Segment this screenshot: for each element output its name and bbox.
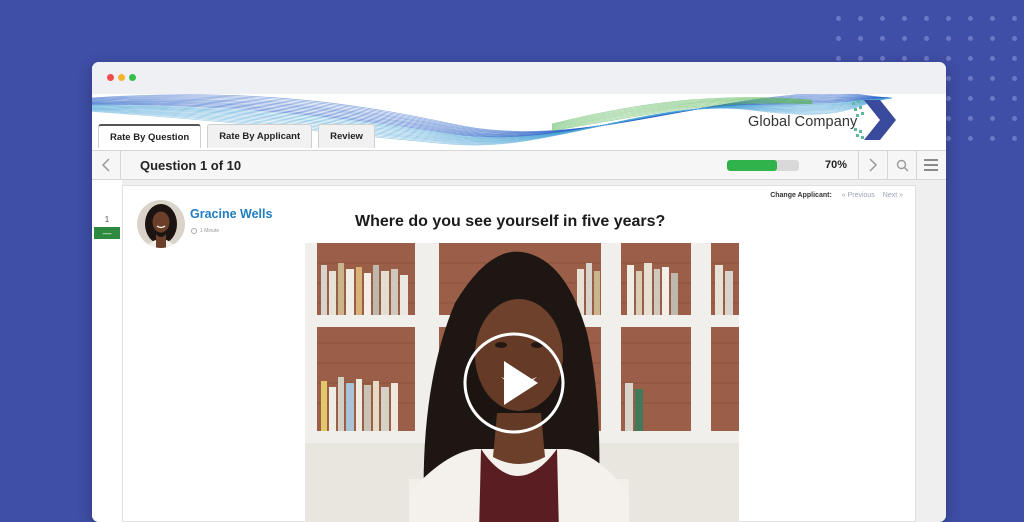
previous-question-button[interactable] [92,151,120,179]
background-dot [1012,36,1017,41]
background-dot [946,16,951,21]
background-dot [1012,116,1017,121]
applicant-avatar [137,200,185,248]
question-text: Where do you see yourself in five years? [355,213,666,230]
background-dot [968,136,973,141]
browser-window: Global Company Rate By Question Rate By … [92,62,946,522]
question-index-column: 1 — [92,180,122,522]
next-question-button[interactable] [859,151,887,179]
chevron-right-icon [869,158,878,172]
menu-button[interactable] [917,151,945,179]
background-dot [968,76,973,81]
chevron-left-icon [101,158,110,172]
background-dot [1012,76,1017,81]
background-dot [836,16,841,21]
background-dot [880,56,885,61]
window-titlebar [92,62,946,94]
background-dot [924,16,929,21]
background-dot [858,56,863,61]
duration-text: 1 Minute [200,228,220,234]
background-dot [1012,96,1017,101]
toolbar-divider [120,151,121,179]
background-dot [990,116,995,121]
company-logo-mark [852,100,896,140]
background-dot [990,96,995,101]
previous-applicant-link[interactable]: « Previous [842,192,875,199]
question-status-indicator: — [94,227,120,239]
background-dot [924,56,929,61]
background-dot [946,76,951,81]
background-dot [946,136,951,141]
hamburger-menu-icon [924,159,938,171]
background-dot [858,16,863,21]
background-dot [968,116,973,121]
response-duration: 1 Minute [191,228,219,234]
clock-icon [191,228,197,234]
background-dot [990,76,995,81]
background-dot [902,36,907,41]
question-counter: Question 1 of 10 [140,158,242,173]
tab-rate-by-question[interactable]: Rate By Question [98,124,202,148]
progress-percent: 70% [825,159,848,171]
background-dot [1012,16,1017,21]
next-applicant-link[interactable]: Next » [883,192,903,199]
background-dot [990,56,995,61]
minimize-window-dot[interactable] [118,74,125,81]
tab-rate-by-applicant[interactable]: Rate By Applicant [207,124,313,148]
background-dot [990,136,995,141]
progress-bar [727,160,799,171]
background-dot [880,36,885,41]
change-applicant-nav: Change Applicant: « Previous Next » [770,192,903,199]
close-window-dot[interactable] [107,74,114,81]
applicant-response-panel: Change Applicant: « Previous Next » Grac… [122,185,916,522]
question-toolbar: Question 1 of 10 70% [92,150,946,180]
background-dot [902,56,907,61]
background-dot [836,36,841,41]
progress-bar-fill [727,160,778,171]
play-icon[interactable] [462,331,566,435]
main-content: 1 — Change Applicant: « Previous Next » [92,180,946,522]
video-player[interactable] [305,243,739,522]
search-button[interactable] [888,151,916,179]
background-dot [968,36,973,41]
background-dot [946,56,951,61]
background-dot [836,56,841,61]
maximize-window-dot[interactable] [129,74,136,81]
background-dot [924,36,929,41]
background-dot [968,16,973,21]
applicant-name-link[interactable]: Gracine Wells [190,207,272,221]
company-logo-text: Global Company [748,114,858,130]
background-dot [946,96,951,101]
search-icon [896,159,908,171]
tab-bar: Rate By Question Rate By Applicant Revie… [98,124,375,148]
change-applicant-label: Change Applicant: [770,192,832,199]
background-dot [1012,136,1017,141]
background-dot [902,16,907,21]
background-dot [946,36,951,41]
background-dot [858,36,863,41]
background-dot [990,16,995,21]
question-index-number[interactable]: 1 [92,215,122,224]
background-dot [1012,56,1017,61]
background-dot [880,16,885,21]
background-dot [946,116,951,121]
tab-review[interactable]: Review [318,124,375,148]
background-dot [968,96,973,101]
background-dot [990,36,995,41]
background-dot [968,56,973,61]
